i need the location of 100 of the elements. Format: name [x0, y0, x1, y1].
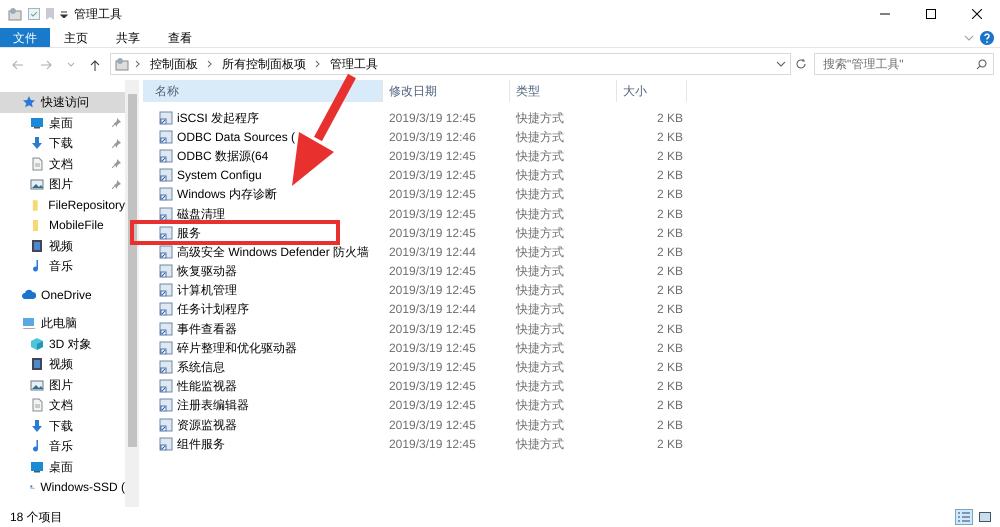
file-name[interactable]: 磁盘清理 [177, 204, 225, 223]
shortcut-icon [159, 322, 173, 336]
size-cell-text: 2 KB [656, 224, 683, 242]
sidebar-item[interactable]: 文档 [0, 154, 125, 174]
shortcut-icon [159, 340, 173, 355]
shortcut-icon [159, 283, 173, 298]
date-cell-text: 2019/3/19 12:45 [389, 148, 477, 165]
ribbon-tab[interactable]: 共享 [102, 28, 154, 47]
sidebar-item[interactable]: 视频 [0, 236, 125, 256]
dropdown-icon[interactable] [60, 10, 68, 18]
up-arrow-icon [89, 58, 101, 71]
search-field[interactable]: 搜索"管理工具" [814, 53, 994, 75]
sidebar-item[interactable]: MobileFile [0, 215, 125, 236]
size-cell-text: 2 KB [656, 397, 683, 414]
type-cell-text: 快捷方式 [516, 224, 565, 242]
item-count: 18 个项目 [10, 509, 63, 526]
sidebar-item[interactable]: 图片 [0, 374, 125, 395]
film-icon [30, 238, 44, 253]
file-name[interactable]: 任务计划程序 [177, 300, 249, 318]
date-cell-text: 2019/3/19 12:45 [389, 340, 477, 357]
date-cell-text: 2019/3/19 12:45 [389, 263, 477, 280]
date-cell-text: 2019/3/19 12:45 [389, 416, 477, 434]
address-bar[interactable]: 控制面板 所有控制面板项 管理工具 [110, 53, 791, 75]
search-icon [976, 58, 987, 70]
checkmark-icon[interactable] [28, 8, 40, 20]
ribbon-tab[interactable]: 文件 [0, 28, 50, 47]
file-name[interactable]: 组件服务 [177, 434, 225, 453]
sidebar-item[interactable]: 快速访问 [0, 92, 125, 112]
column-header[interactable]: 修改日期 [383, 80, 510, 102]
help-icon[interactable] [980, 30, 994, 44]
down-arrow-icon [30, 136, 44, 150]
shortcut-icon [159, 226, 173, 240]
file-name[interactable]: 高级安全 Windows Defender 防火墙 [177, 242, 370, 261]
type-cell-text: 快捷方式 [516, 378, 565, 396]
file-name[interactable]: 性能监视器 [177, 377, 237, 396]
maximize-icon [926, 9, 936, 19]
file-name[interactable]: System Configu [177, 166, 262, 184]
column-header[interactable]: 大小 [617, 80, 687, 102]
file-name[interactable]: 碎片整理和优化驱动器 [177, 338, 297, 357]
file-name[interactable]: iSCSI 发起程序 [177, 108, 260, 127]
shortcut-icon [159, 168, 173, 182]
size-cell-text: 2 KB [656, 320, 683, 338]
date-cell-text: 2019/3/19 12:46 [389, 128, 477, 146]
ribbon-tab[interactable]: 主页 [50, 28, 102, 47]
size-cell-text: 2 KB [656, 436, 683, 453]
chevron-right-icon [207, 60, 213, 68]
sidebar-item[interactable]: FileRepository [0, 194, 125, 215]
star-icon [22, 95, 36, 110]
file-name[interactable]: 恢复驱动器 [177, 262, 237, 280]
ribbon-tab[interactable]: 查看 [154, 28, 206, 47]
type-cell-text: 快捷方式 [516, 128, 565, 146]
sidebar-item[interactable]: OneDrive [0, 284, 125, 305]
list-view-icon [958, 512, 970, 522]
scrollbar[interactable] [125, 80, 139, 507]
size-cell-text: 2 KB [656, 244, 683, 261]
monitor-icon [30, 116, 44, 130]
sidebar-item[interactable]: 下载 [0, 416, 125, 436]
breadcrumb[interactable]: 控制面板 [147, 55, 201, 73]
column-header[interactable]: 类型 [510, 80, 617, 102]
type-cell-text: 快捷方式 [516, 206, 565, 223]
file-name[interactable]: 注册表编辑器 [177, 396, 249, 414]
chevron-down-icon[interactable] [776, 61, 786, 67]
shortcut-icon [159, 130, 173, 144]
size-cell-text: 2 KB [656, 301, 683, 318]
sidebar-item[interactable]: 音乐 [0, 256, 125, 276]
refresh-icon[interactable] [795, 58, 807, 70]
sidebar-item[interactable]: 桌面 [0, 112, 125, 133]
date-cell-text: 2019/3/19 12:45 [389, 167, 477, 184]
column-header[interactable]: 名称 [143, 80, 383, 102]
sidebar-item[interactable]: Windows-SSD ( [0, 477, 125, 498]
date-cell-text: 2019/3/19 12:45 [389, 320, 477, 338]
type-cell-text: 快捷方式 [516, 186, 565, 204]
picture-icon [30, 177, 44, 192]
file-name[interactable]: 资源监视器 [177, 416, 237, 434]
file-name[interactable]: 系统信息 [177, 358, 225, 376]
sidebar-item[interactable]: 视频 [0, 354, 125, 374]
details-view-button[interactable] [955, 509, 973, 525]
file-name[interactable]: ODBC Data Sources ( [177, 128, 296, 146]
file-name[interactable]: 事件查看器 [177, 320, 237, 338]
breadcrumb[interactable]: 所有控制面板项 [219, 55, 309, 73]
date-cell-text: 2019/3/19 12:44 [389, 244, 477, 261]
shortcut-icon [159, 379, 173, 394]
file-name[interactable]: ODBC 数据源(64 [177, 146, 268, 165]
sidebar-item[interactable]: 音乐 [0, 436, 125, 456]
sidebar-item[interactable]: 3D 对象 [0, 334, 125, 354]
sidebar-item[interactable]: 文档 [0, 395, 125, 416]
sidebar-item[interactable]: 图片 [0, 174, 125, 194]
size-cell-text: 2 KB [656, 206, 683, 223]
size-cell-text: 2 KB [656, 263, 683, 280]
sidebar-item[interactable]: 桌面 [0, 456, 125, 477]
shortcut-icon [159, 302, 173, 316]
breadcrumb[interactable]: 管理工具 [327, 55, 381, 73]
sidebar-item[interactable]: 下载 [0, 133, 125, 154]
size-cell-text: 2 KB [656, 128, 683, 146]
file-name[interactable]: 服务 [177, 224, 201, 242]
file-name[interactable]: 计算机管理 [177, 281, 237, 300]
icons-view-button[interactable] [976, 509, 994, 525]
type-cell-text: 快捷方式 [516, 263, 565, 280]
sidebar-item[interactable]: 此电脑 [0, 313, 125, 334]
file-name[interactable]: Windows 内存诊断 [177, 185, 278, 204]
